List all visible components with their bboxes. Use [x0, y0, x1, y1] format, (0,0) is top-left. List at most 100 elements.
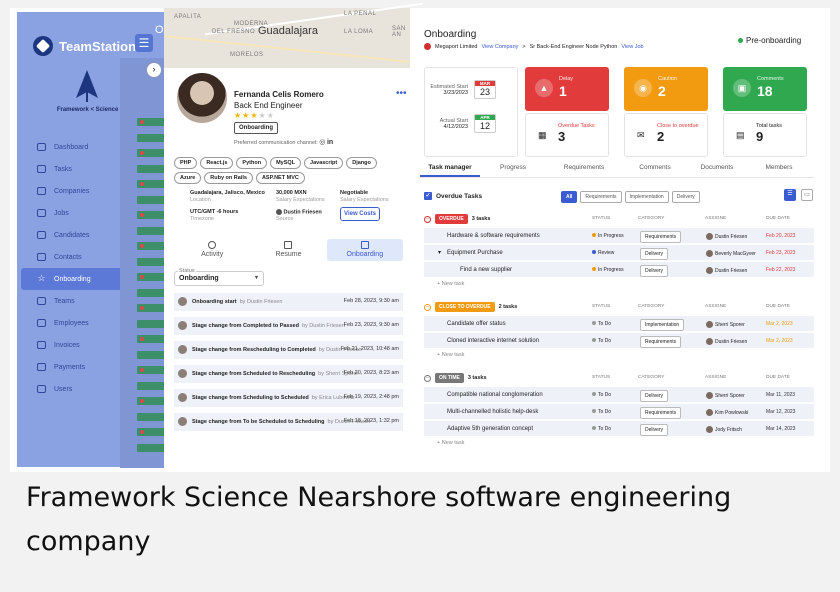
location-info: Guadalajara, Jalisco, Mexico Location: [190, 190, 265, 203]
group-count: 3 tasks: [471, 216, 491, 222]
checkbox-icon[interactable]: ✓: [424, 192, 432, 200]
menu-toggle-button[interactable]: ☰: [135, 34, 153, 52]
task-due-date: Mar 2, 2023: [766, 321, 793, 327]
column-header: ASSIGNE: [705, 375, 727, 380]
assignee-avatar: [706, 233, 713, 240]
activity-avatar: [178, 321, 187, 330]
whatsapp-icon[interactable]: ◎: [319, 139, 325, 146]
task-row[interactable]: Hardware & software requirements In Progr…: [424, 228, 814, 244]
framework-science-logo-icon: [76, 70, 98, 102]
task-name: Equipment Purchase: [447, 250, 503, 256]
salary-label: Salary Expectations: [276, 197, 325, 203]
task-name: Adaptive 5th generation concept: [447, 426, 534, 432]
kpi-comments[interactable]: ▣ Comments 18: [723, 67, 807, 111]
activity-text: Stage change from Scheduled to Reschedul…: [192, 371, 316, 377]
dashboard-icon: [37, 143, 46, 151]
actual-start-calendar[interactable]: APR 12: [474, 114, 496, 133]
new-task-button[interactable]: + New task: [437, 440, 464, 446]
skill-chip: Django: [346, 157, 377, 169]
sidebar-item-label: Candidates: [54, 231, 90, 239]
task-group-header[interactable]: – OVERDUE 3 tasks: [424, 214, 490, 224]
tab-progress[interactable]: Progress: [488, 160, 538, 177]
kpi-value: 18: [757, 83, 773, 99]
overdue-filter[interactable]: ✓ Overdue Tasks: [424, 192, 482, 200]
task-category: Delivery: [640, 390, 669, 402]
view-job-link[interactable]: View Job: [621, 44, 643, 50]
task-row[interactable]: Cloned interactive internet solution To D…: [424, 333, 814, 349]
kpi-caution[interactable]: ◉ Caution 2: [624, 67, 708, 111]
more-options-icon[interactable]: •••: [396, 88, 407, 99]
view-company-link[interactable]: View Company: [482, 44, 519, 50]
task-row[interactable]: Compatible national conglomeration To Do D…: [424, 387, 814, 403]
tab-requirements[interactable]: Requirements: [546, 160, 622, 177]
sidebar-item-label: Contacts: [54, 253, 82, 261]
invoices-icon: [37, 341, 46, 349]
filter-delivery[interactable]: Delivery: [671, 191, 700, 203]
negotiable-info: Negotiable Salary Expectations: [340, 190, 389, 203]
expand-caret-icon[interactable]: ▾: [438, 249, 441, 256]
estimated-start-calendar[interactable]: MAR 23: [474, 80, 496, 99]
task-due-date: Mar 14, 2023: [766, 426, 796, 432]
task-assignee: Kim Powlowski: [706, 409, 748, 416]
onboarding-status[interactable]: Pre-onboarding: [738, 36, 801, 45]
tab-activity[interactable]: Activity: [174, 239, 250, 261]
brand[interactable]: TeamStation: [33, 36, 136, 56]
breadcrumb: Megaport Limited View Company > Sr Back-…: [424, 43, 644, 50]
task-group-header[interactable]: – ON TIME 3 tasks: [424, 373, 487, 383]
kpi-delay[interactable]: ▲ Delay 1: [525, 67, 609, 111]
rating-empty: ★★: [258, 111, 275, 120]
task-row[interactable]: Find a new supplier In Progress Delivery Du…: [424, 262, 814, 278]
column-header: ASSIGNE: [705, 216, 727, 221]
collapse-group-icon[interactable]: –: [424, 374, 431, 382]
location-value: Guadalajara, Jalisco, Mexico: [190, 190, 265, 196]
tab-documents[interactable]: Documents: [688, 160, 746, 177]
activity-date: Feb 19, 2023, 2:48 pm: [343, 394, 399, 400]
task-assignee: Dustin Friesen: [706, 338, 747, 345]
kpi-overdue-tasks[interactable]: ▦ Overdue Tasks 3: [525, 113, 609, 157]
status-dot-icon: [592, 338, 596, 342]
filter-requirements[interactable]: Requirements: [580, 191, 622, 203]
tab-members[interactable]: Members: [754, 160, 804, 177]
communication-label: Preferred communication channel:: [234, 140, 318, 146]
kpi-close-to-overdue[interactable]: ✉ Close to overdue 2: [624, 113, 708, 157]
activity-by: by Dustin Friesen: [239, 299, 283, 305]
task-category: Requirements: [640, 231, 682, 243]
task-status-label: Review: [598, 250, 615, 256]
board-view-icon[interactable]: ▭: [801, 189, 813, 201]
map-label: LA LOMA: [344, 29, 374, 35]
assignee-name: Dustin Friesen: [715, 233, 748, 240]
task-row[interactable]: Equipment Purchase ▾ Review Delivery Beverly…: [424, 245, 814, 261]
view-costs-button[interactable]: View Costs: [340, 207, 380, 221]
task-row[interactable]: Candidate offer status To Do Implementatio…: [424, 316, 814, 332]
filter-all[interactable]: All: [561, 191, 578, 203]
activity-text: Stage change from Rescheduling to Comple…: [192, 347, 316, 353]
list-view-icon[interactable]: ☰: [784, 189, 796, 201]
skill-chip: Ruby on Rails: [204, 172, 253, 184]
tab-task-manager[interactable]: Task manager: [420, 160, 480, 177]
task-row[interactable]: Multi-channelled holistic help-desk To Do…: [424, 404, 814, 420]
status-dot-icon: [738, 38, 743, 44]
tab-resume[interactable]: Resume: [250, 239, 326, 261]
task-group-header[interactable]: – CLOSE TO OVERDUE 2 tasks: [424, 302, 517, 312]
collapse-group-icon[interactable]: –: [424, 215, 431, 223]
activity-item: Stage change from Scheduling to Schedule…: [174, 389, 403, 407]
task-category: Delivery: [640, 265, 669, 277]
collapse-panel-button[interactable]: ›: [147, 63, 161, 77]
activity-item: Stage change from To be Scheduled to Sch…: [174, 413, 403, 431]
tab-comments[interactable]: Comments: [630, 160, 680, 177]
profile-tabs: Activity Resume Onboarding: [174, 239, 403, 261]
main-tabs: Task manager Progress Requirements Comments…: [420, 160, 814, 178]
linkedin-icon[interactable]: in: [327, 139, 333, 146]
brand-name: TeamStation: [59, 38, 137, 54]
new-task-button[interactable]: + New task: [437, 352, 464, 358]
task-status: Review: [592, 250, 614, 256]
avatar: [174, 70, 230, 126]
task-category: Requirements: [640, 336, 682, 348]
task-row[interactable]: Adaptive 5th generation concept To Do Deli…: [424, 421, 814, 437]
kpi-total-tasks[interactable]: ▤ Total tasks 9: [723, 113, 807, 157]
collapse-group-icon[interactable]: –: [424, 303, 431, 311]
new-task-button[interactable]: + New task: [437, 281, 464, 287]
tab-onboarding[interactable]: Onboarding: [326, 239, 403, 261]
filter-implementation[interactable]: Implementation: [624, 191, 669, 203]
timezone-label: Timezone: [190, 216, 214, 222]
